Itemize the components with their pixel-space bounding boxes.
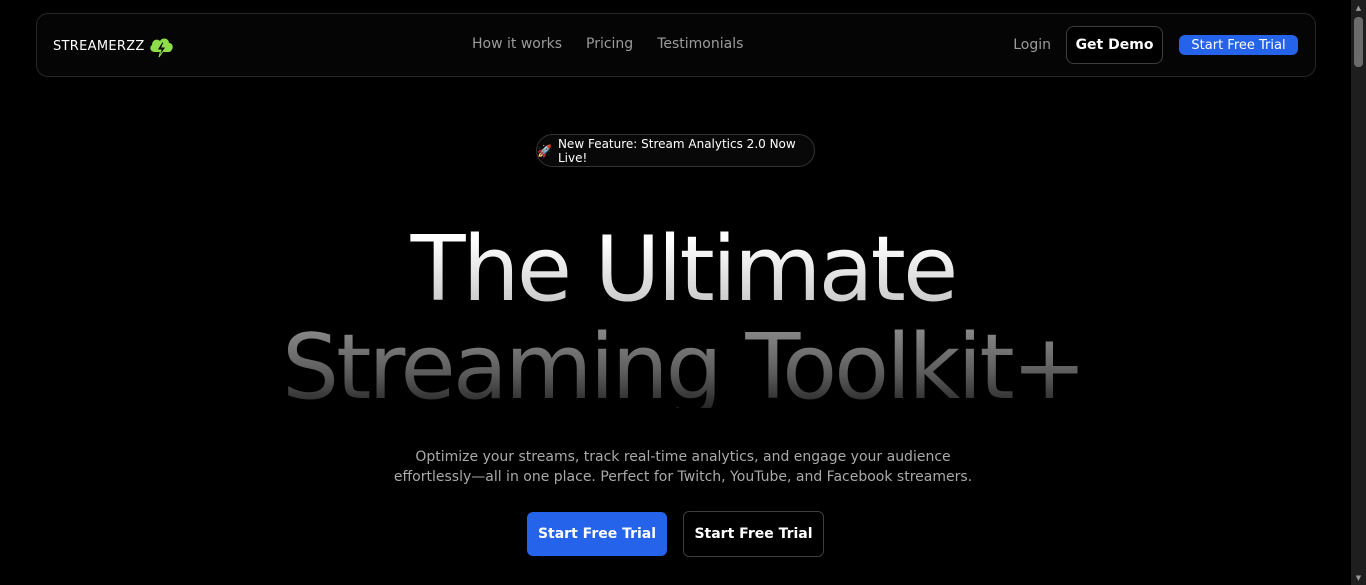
scrollbar-thumb[interactable] bbox=[1354, 17, 1363, 67]
page-scrollbar[interactable]: ▲ ▼ bbox=[1351, 0, 1366, 585]
nav-actions: Login Get Demo Start Free Trial bbox=[1013, 26, 1298, 64]
badge-text: New Feature: Stream Analytics 2.0 Now Li… bbox=[557, 136, 796, 165]
hero-subtitle: Optimize your streams, track real-time a… bbox=[393, 449, 973, 485]
navbar: STREAMERZZ How it works Pricing Testimon… bbox=[36, 13, 1316, 77]
hero-start-free-trial-button[interactable]: Start Free Trial bbox=[527, 512, 667, 556]
nav-link-pricing[interactable]: Pricing bbox=[586, 36, 633, 52]
scroll-down-arrow-icon[interactable]: ▼ bbox=[1351, 570, 1366, 585]
logo[interactable]: STREAMERZZ bbox=[53, 33, 175, 59]
nav-links: How it works Pricing Testimonials bbox=[472, 36, 743, 52]
cloud-lightning-icon bbox=[147, 33, 175, 59]
rocket-icon: 🚀 bbox=[537, 143, 552, 158]
hero-title-line2: Streaming Toolkit+ bbox=[0, 318, 1366, 408]
brand-name: STREAMERZZ bbox=[53, 38, 145, 54]
nav-start-free-trial-button[interactable]: Start Free Trial bbox=[1179, 35, 1298, 55]
hero-title-line2-wrap: Streaming Toolkit+ bbox=[0, 318, 1366, 408]
login-link[interactable]: Login bbox=[1013, 37, 1051, 53]
hero-secondary-start-free-trial-button[interactable]: Start Free Trial bbox=[683, 511, 824, 557]
hero-title-line1: The Ultimate bbox=[0, 220, 1366, 320]
new-feature-badge[interactable]: 🚀 New Feature: Stream Analytics 2.0 Now … bbox=[536, 134, 815, 167]
nav-link-how-it-works[interactable]: How it works bbox=[472, 36, 562, 52]
scroll-up-arrow-icon[interactable]: ▲ bbox=[1351, 0, 1366, 15]
landing-page: STREAMERZZ How it works Pricing Testimon… bbox=[0, 0, 1366, 585]
get-demo-button[interactable]: Get Demo bbox=[1066, 26, 1163, 64]
nav-link-testimonials[interactable]: Testimonials bbox=[657, 36, 743, 52]
